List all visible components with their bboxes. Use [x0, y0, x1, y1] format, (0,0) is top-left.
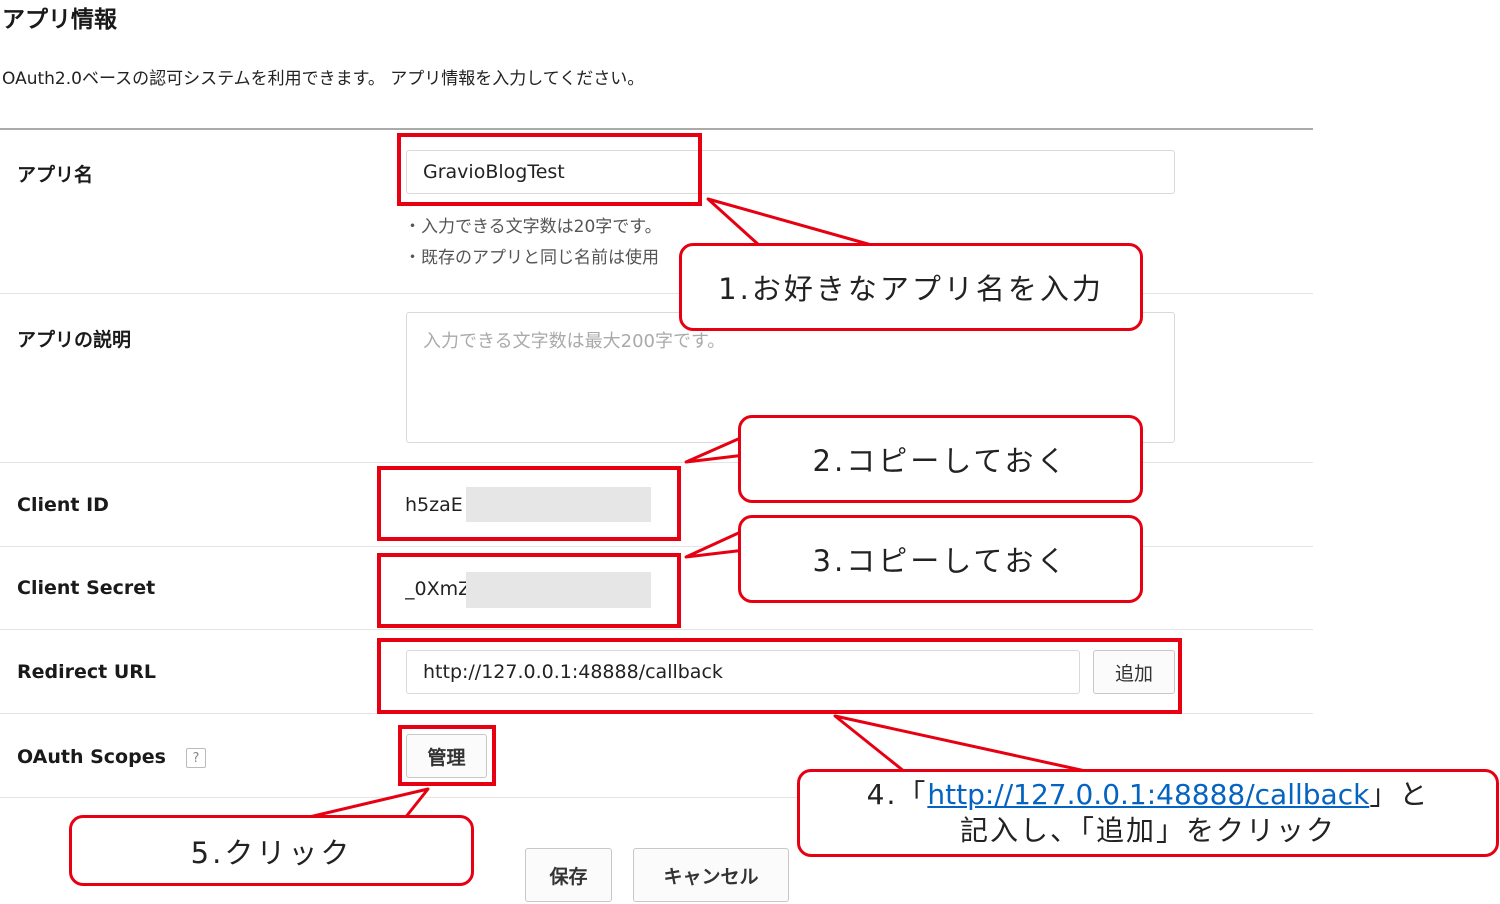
cancel-button[interactable]: キャンセル: [633, 848, 789, 902]
header-divider: [0, 128, 1313, 130]
callout-step-4-line-1: 4.「http://127.0.0.1:48888/callback」と: [867, 777, 1430, 813]
save-button[interactable]: 保存: [525, 848, 612, 902]
app-name-hint-2: ・既存のアプリと同じ名前は使用: [404, 248, 659, 268]
callout-tail-4: [833, 714, 1092, 774]
callout-tail-3: [684, 528, 747, 559]
row-divider: [0, 629, 1313, 630]
callout-tail-1: [706, 197, 877, 248]
app-description-placeholder: 入力できる文字数は最大200字です。: [423, 331, 726, 352]
callout-step-1-text: 1.お好きなアプリ名を入力: [718, 272, 1104, 306]
callout-step-3: 3.コピーしておく: [738, 515, 1143, 603]
callout-step-4-suffix: 」と: [1369, 778, 1430, 811]
callout-step-2: 2.コピーしておく: [738, 415, 1143, 503]
highlight-manage-button: [398, 725, 496, 786]
callout-step-4-line-2: 記入し、「追加」をクリック: [959, 814, 1336, 847]
highlight-app-name: [397, 133, 702, 206]
oauth-scopes-label: OAuth Scopes: [17, 746, 166, 768]
highlight-client-id: [377, 466, 681, 541]
callout-step-4: 4.「http://127.0.0.1:48888/callback」と 記入し…: [797, 769, 1499, 857]
callout-tail-5: [303, 787, 430, 820]
page-description: OAuth2.0ベースの認可システムを利用できます。 アプリ情報を入力してくださ…: [2, 69, 645, 89]
callout-step-3-text: 3.コピーしておく: [812, 544, 1069, 578]
client-id-label: Client ID: [17, 494, 109, 516]
app-description-label: アプリの説明: [17, 329, 132, 351]
callout-step-4-link[interactable]: http://127.0.0.1:48888/callback: [927, 778, 1369, 811]
client-secret-label: Client Secret: [17, 577, 156, 599]
highlight-client-secret: [377, 553, 681, 628]
app-name-hint-1: ・入力できる文字数は20字です。: [404, 217, 662, 237]
page-title: アプリ情報: [2, 7, 117, 33]
callout-step-5-text: 5.クリック: [190, 835, 353, 870]
app-name-label: アプリ名: [17, 164, 94, 186]
redirect-url-label: Redirect URL: [17, 661, 157, 683]
callout-step-4-prefix: 4.「: [866, 778, 928, 811]
help-icon[interactable]: ?: [186, 748, 206, 768]
callout-step-1: 1.お好きなアプリ名を入力: [679, 243, 1143, 331]
callout-step-5: 5.クリック: [69, 815, 474, 886]
callout-step-2-text: 2.コピーしておく: [812, 444, 1069, 478]
highlight-redirect-url: [377, 638, 1182, 714]
